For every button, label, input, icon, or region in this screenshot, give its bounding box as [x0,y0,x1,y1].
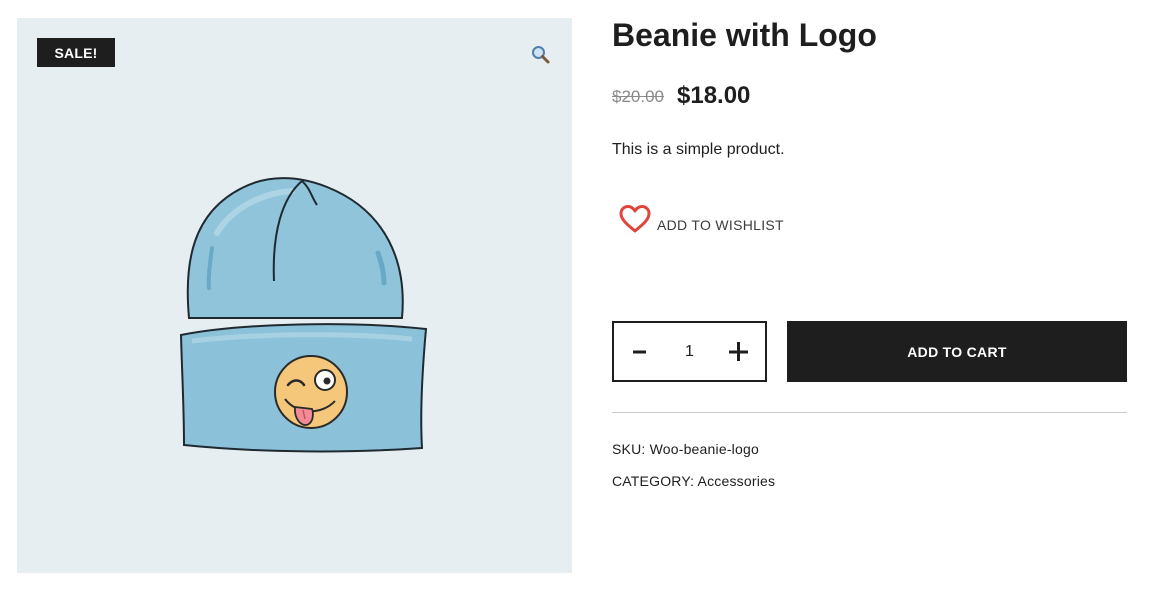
quantity-increase-button[interactable] [713,323,765,380]
category-label: CATEGORY: [612,473,695,489]
quantity-decrease-button[interactable] [614,323,666,380]
category-link-accessories[interactable]: Accessories [698,473,776,489]
heart-icon [619,205,651,233]
product-title: Beanie with Logo [612,17,877,53]
magnifier-icon[interactable] [530,44,552,66]
product-sku: SKU: Woo-beanie-logo [612,441,759,457]
sku-label: SKU: [612,441,646,457]
wishlist-label: ADD TO WISHLIST [657,217,784,233]
sale-badge: SALE! [37,38,115,67]
sku-value: Woo-beanie-logo [649,441,759,457]
short-description: This is a simple product. [612,141,785,158]
quantity-input[interactable] [667,341,712,362]
sale-price: $18.00 [677,82,751,109]
add-to-cart-button[interactable]: ADD TO CART [787,321,1127,382]
beanie-image[interactable] [162,153,427,453]
product-gallery: SALE! [17,18,572,573]
divider [612,412,1127,413]
regular-price: $20.00 [612,87,664,106]
product-category: CATEGORY: Accessories [612,473,775,489]
plus-icon [729,341,748,361]
minus-icon [633,350,646,353]
add-to-wishlist-link[interactable]: ADD TO WISHLIST [618,204,784,234]
quantity-stepper [612,321,767,382]
